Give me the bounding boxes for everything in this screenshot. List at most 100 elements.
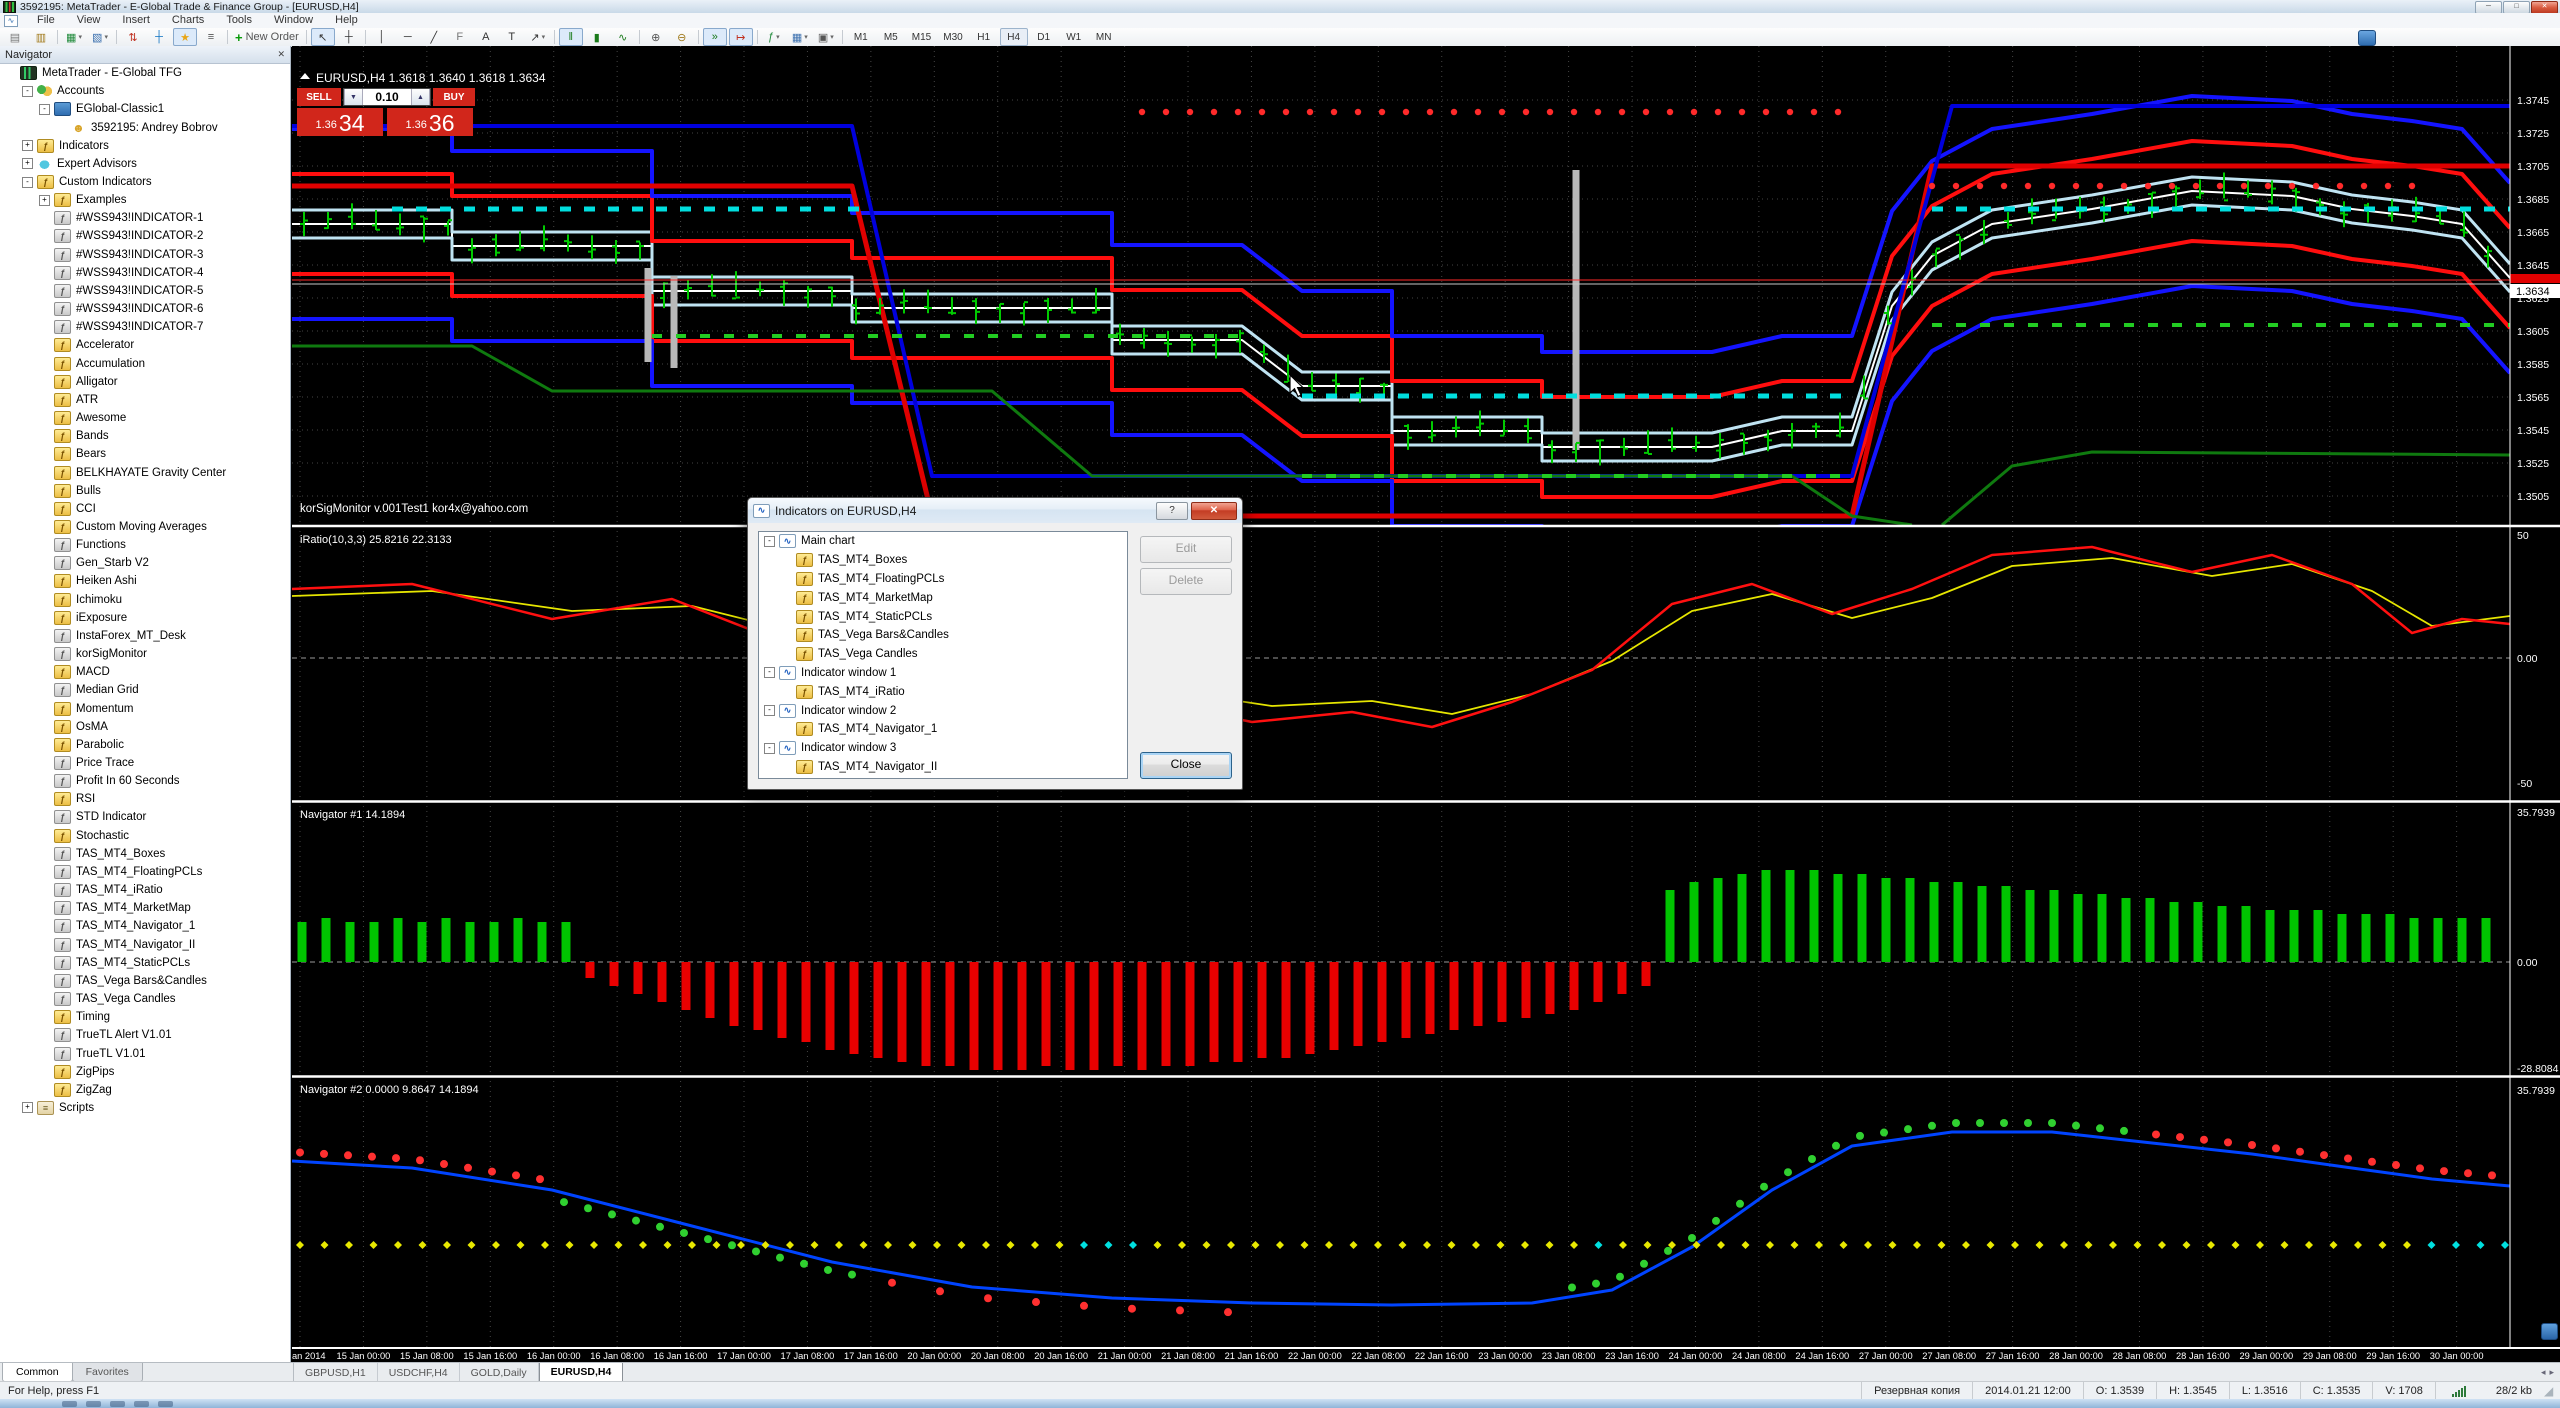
volume-value[interactable]: 0.10 [363, 89, 411, 105]
taskbar-icon[interactable] [62, 1401, 77, 1407]
navigator-tree-item[interactable]: ƒBELKHAYATE Gravity Center [0, 463, 290, 481]
new-order-button[interactable]: +New Order [232, 28, 302, 46]
menu-window[interactable]: Window [263, 14, 324, 26]
dialog-tree-item[interactable]: -∿Indicator window 2 [759, 701, 1127, 720]
timeframe-h1[interactable]: H1 [970, 28, 998, 46]
taskbar-icon[interactable] [110, 1401, 125, 1407]
menu-insert[interactable]: Insert [111, 14, 161, 26]
navigator-tree-item[interactable]: ƒTAS_MT4_MarketMap [0, 899, 290, 917]
navigator-tree-item[interactable]: ƒAlligator [0, 373, 290, 391]
navigator-tree-item[interactable]: ƒCustom Moving Averages [0, 518, 290, 536]
vertical-line-button[interactable]: │ [370, 28, 394, 46]
dialog-tree-item[interactable]: -∿Indicator window 3 [759, 739, 1127, 758]
timeframe-m5[interactable]: M5 [877, 28, 905, 46]
crosshair-button[interactable]: ┼ [337, 28, 361, 46]
text-button[interactable]: A [474, 28, 498, 46]
navigator-tree-item[interactable]: ƒkorSigMonitor [0, 645, 290, 663]
timeframe-mn[interactable]: MN [1090, 28, 1118, 46]
print-preview-button[interactable]: ▥ [29, 28, 53, 46]
timeframe-m30[interactable]: M30 [938, 28, 967, 46]
navigator-tree-item[interactable]: ƒIchimoku [0, 591, 290, 609]
chart-corner-icon[interactable] [2541, 1323, 2558, 1340]
edit-button[interactable]: Edit [1140, 536, 1232, 563]
menu-tools[interactable]: Tools [215, 14, 263, 26]
dialog-tree-item[interactable]: -∿Indicator window 1 [759, 664, 1127, 683]
timeframe-m1[interactable]: M1 [847, 28, 875, 46]
dialog-tree-item[interactable]: ƒTAS_MT4_Boxes [759, 551, 1127, 570]
navigator-tree-item[interactable]: ƒRSI [0, 790, 290, 808]
menu-view[interactable]: View [66, 14, 112, 26]
navigator-button[interactable]: ★ [173, 28, 197, 46]
navigator-tree-item[interactable]: ƒ#WSS943!INDICATOR-3 [0, 246, 290, 264]
trendline-button[interactable]: ╱ [422, 28, 446, 46]
navigator-tree-item[interactable]: ƒTiming [0, 1008, 290, 1026]
navigator-tree-item[interactable]: ƒStochastic [0, 827, 290, 845]
navigator-tree-item[interactable]: +≡Scripts [0, 1099, 290, 1117]
fibonacci-button[interactable]: F [448, 28, 472, 46]
market-watch-button[interactable]: ⇅ [121, 28, 145, 46]
navigator-tree-item[interactable]: ƒAwesome [0, 409, 290, 427]
navigator-tree-item[interactable]: +Expert Advisors [0, 155, 290, 173]
navigator-tree-item[interactable]: ƒTAS_MT4_Navigator_II [0, 936, 290, 954]
zoom-in-button[interactable]: ⊕ [644, 28, 668, 46]
navigator-tree-item[interactable]: ƒInstaForex_MT_Desk [0, 627, 290, 645]
dialog-tree-item[interactable]: ƒTAS_MT4_StaticPCLs [759, 607, 1127, 626]
navigator-tree-item[interactable]: ƒTAS_MT4_Navigator_1 [0, 917, 290, 935]
volume-up-icon[interactable]: ▲ [411, 89, 430, 105]
dialog-help-button[interactable]: ? [1156, 502, 1188, 520]
navigator-tree-item[interactable]: ƒ#WSS943!INDICATOR-6 [0, 300, 290, 318]
resize-grip[interactable]: ◢ [2544, 1382, 2560, 1400]
navigator-tree-item[interactable]: ƒTAS_Vega Bars&Candles [0, 972, 290, 990]
dialog-tree-item[interactable]: ƒTAS_MT4_iRatio [759, 682, 1127, 701]
navigator-tree-item[interactable]: ƒParabolic [0, 736, 290, 754]
navigator-tree-item[interactable]: ƒ#WSS943!INDICATOR-1 [0, 209, 290, 227]
navigator-tree-item[interactable]: ☻3592195: Andrey Bobrov [0, 118, 290, 136]
navigator-tree-item[interactable]: ƒMedian Grid [0, 681, 290, 699]
auto-scroll-button[interactable]: » [703, 28, 727, 46]
navigator-tree-item[interactable]: ƒFunctions [0, 536, 290, 554]
zoom-out-button[interactable]: ⊖ [670, 28, 694, 46]
arrows-button[interactable]: ↗▾ [526, 28, 550, 46]
timeframe-d1[interactable]: D1 [1030, 28, 1058, 46]
horizontal-line-button[interactable]: ─ [396, 28, 420, 46]
navigator-tree-item[interactable]: ƒBulls [0, 482, 290, 500]
navigator-tree-item[interactable]: ƒMACD [0, 663, 290, 681]
volume-down-icon[interactable]: ▼ [344, 89, 363, 105]
indicators-button[interactable]: ƒ▾ [762, 28, 786, 46]
navigator-tree-item[interactable]: ƒGen_Starb V2 [0, 554, 290, 572]
menu-file[interactable]: File [26, 14, 66, 26]
templates-button[interactable]: ▦▾ [788, 28, 812, 46]
expand-icon[interactable]: + [22, 158, 33, 169]
dialog-tree-item[interactable]: -∿Main chart [759, 532, 1127, 551]
dialog-tree-item[interactable]: ƒTAS_Vega Bars&Candles [759, 626, 1127, 645]
navigator-tree-item[interactable]: ƒMomentum [0, 699, 290, 717]
menu-charts[interactable]: Charts [161, 14, 215, 26]
expand-icon[interactable]: + [39, 195, 50, 206]
expand-icon[interactable]: + [22, 140, 33, 151]
navigator-tree-item[interactable]: ƒTAS_Vega Candles [0, 990, 290, 1008]
dialog-tree-item[interactable]: ƒTAS_MT4_Navigator_II [759, 758, 1127, 777]
cursor-button[interactable]: ↖ [311, 28, 335, 46]
line-chart-button[interactable]: ∿ [611, 28, 635, 46]
taskbar-icon[interactable] [86, 1401, 101, 1407]
tab-scroll-right-icon[interactable]: ▸ [2549, 1367, 2554, 1378]
navigator-tree-item[interactable]: ƒProfit In 60 Seconds [0, 772, 290, 790]
navigator-tab-favorites[interactable]: Favorites [72, 1363, 143, 1382]
sell-button[interactable]: SELL [297, 88, 341, 106]
navigator-tab-common[interactable]: Common [2, 1363, 73, 1382]
chart-tab-eurusd-h4[interactable]: EURUSD,H4 [539, 1363, 624, 1382]
navigator-tree-item[interactable]: -ƒCustom Indicators [0, 173, 290, 191]
navigator-tree-item[interactable]: ƒOsMA [0, 718, 290, 736]
chart-shift-button[interactable]: ↦ [729, 28, 753, 46]
indicators-dialog-titlebar[interactable]: ∿ Indicators on EURUSD,H4 ? ✕ [748, 498, 1242, 523]
navigator-tree-item[interactable]: ƒTrueTL V1.01 [0, 1044, 290, 1062]
text-label-button[interactable]: T [500, 28, 524, 46]
navigator-tree-item[interactable]: ƒTAS_MT4_iRatio [0, 881, 290, 899]
navigator-close-icon[interactable]: ✕ [277, 49, 285, 60]
collapse-icon[interactable]: - [764, 743, 775, 754]
navigator-tree-item[interactable]: -EGlobal-Classic1 [0, 100, 290, 118]
close-dialog-button[interactable]: Close [1140, 752, 1232, 779]
timeframe-m15[interactable]: M15 [907, 28, 936, 46]
new-chart-button[interactable]: ▦▾ [62, 28, 86, 46]
profiles-button[interactable]: ▧▾ [88, 28, 112, 46]
